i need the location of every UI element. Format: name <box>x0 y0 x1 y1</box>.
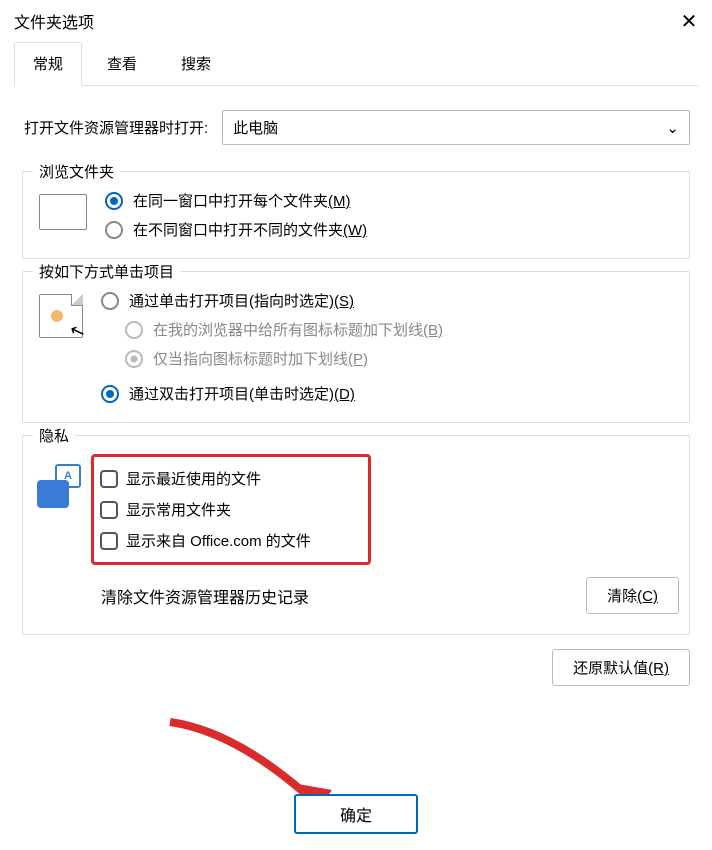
restore-defaults-button[interactable]: 还原默认值(R) <box>552 649 690 686</box>
radio-icon <box>101 292 119 310</box>
radio-same-label: 在同一窗口中打开每个文件夹 <box>133 193 328 210</box>
radio-icon <box>125 350 143 368</box>
radio-new-label: 在不同窗口中打开不同的文件夹 <box>133 222 343 239</box>
checkbox-icon <box>100 501 118 519</box>
radio-new-window[interactable]: 在不同窗口中打开不同的文件夹(W) <box>105 219 367 240</box>
radio-new-key: (W) <box>343 222 367 239</box>
clear-button-key: (C) <box>637 588 658 605</box>
check-show-frequent[interactable]: 显示常用文件夹 <box>100 494 364 525</box>
check-office-label: 显示来自 Office.com 的文件 <box>126 530 311 551</box>
group-click-title: 按如下方式单击项目 <box>33 261 180 282</box>
dialog-title: 文件夹选项 <box>14 9 94 33</box>
clear-history-label: 清除文件资源管理器历史记录 <box>101 584 309 608</box>
highlight-annotation: 显示最近使用的文件 显示常用文件夹 显示来自 Office.com 的文件 <box>91 454 371 565</box>
tab-search[interactable]: 搜索 <box>162 42 230 86</box>
open-explorer-label: 打开文件资源管理器时打开: <box>24 117 208 138</box>
restore-key: (R) <box>648 660 669 677</box>
privacy-icon: A <box>37 464 81 508</box>
radio-icon <box>105 221 123 239</box>
checkbox-icon <box>100 470 118 488</box>
open-explorer-select[interactable]: 此电脑 ⌄ <box>222 110 690 145</box>
radio-single-label: 通过单击打开项目(指向时选定) <box>129 293 334 310</box>
radio-underline-point: 仅当指向图标标题时加下划线(P) <box>125 348 443 369</box>
group-browse-title: 浏览文件夹 <box>33 161 120 182</box>
radio-icon <box>101 385 119 403</box>
tab-strip: 常规 查看 搜索 <box>0 42 712 86</box>
chevron-down-icon: ⌄ <box>666 119 679 137</box>
radio-double-key: (D) <box>334 386 355 403</box>
radio-underline-browser: 在我的浏览器中给所有图标标题加下划线(B) <box>125 319 443 340</box>
group-privacy: 隐私 A 显示最近使用的文件 显示常用文件夹 <box>22 435 690 635</box>
radio-same-window[interactable]: 在同一窗口中打开每个文件夹(M) <box>105 190 367 211</box>
tab-general[interactable]: 常规 <box>14 42 82 86</box>
clear-button-label: 清除 <box>607 588 637 605</box>
radio-ulb-label: 在我的浏览器中给所有图标标题加下划线 <box>153 322 423 339</box>
restore-label: 还原默认值 <box>573 660 648 677</box>
window-icon <box>39 194 87 230</box>
open-explorer-value: 此电脑 <box>233 117 278 138</box>
radio-icon <box>125 321 143 339</box>
checkbox-icon <box>100 532 118 550</box>
group-browse-folders: 浏览文件夹 在同一窗口中打开每个文件夹(M) 在不同窗口中打开不同的文件夹(W) <box>22 171 690 259</box>
radio-single-click[interactable]: 通过单击打开项目(指向时选定)(S) <box>101 290 443 311</box>
radio-double-click[interactable]: 通过双击打开项目(单击时选定)(D) <box>101 383 443 404</box>
radio-double-label: 通过双击打开项目(单击时选定) <box>129 386 334 403</box>
ok-button[interactable]: 确定 <box>294 794 418 834</box>
check-show-recent[interactable]: 显示最近使用的文件 <box>100 463 364 494</box>
clear-button[interactable]: 清除(C) <box>586 577 679 614</box>
click-page-icon: ↖ <box>39 294 83 338</box>
check-recent-label: 显示最近使用的文件 <box>126 468 261 489</box>
radio-ulb-key: (B) <box>423 322 443 339</box>
group-click-items: 按如下方式单击项目 ↖ 通过单击打开项目(指向时选定)(S) 在我的浏览器中给所… <box>22 271 690 423</box>
radio-ulp-key: (P) <box>348 351 368 368</box>
radio-ulp-label: 仅当指向图标标题时加下划线 <box>153 351 348 368</box>
check-frequent-label: 显示常用文件夹 <box>126 499 231 520</box>
check-show-office[interactable]: 显示来自 Office.com 的文件 <box>100 525 364 556</box>
tab-view[interactable]: 查看 <box>88 42 156 86</box>
close-icon[interactable]: ✕ <box>676 8 702 34</box>
group-privacy-title: 隐私 <box>33 425 75 446</box>
radio-same-key: (M) <box>328 193 351 210</box>
radio-single-key: (S) <box>334 293 354 310</box>
radio-icon <box>105 192 123 210</box>
